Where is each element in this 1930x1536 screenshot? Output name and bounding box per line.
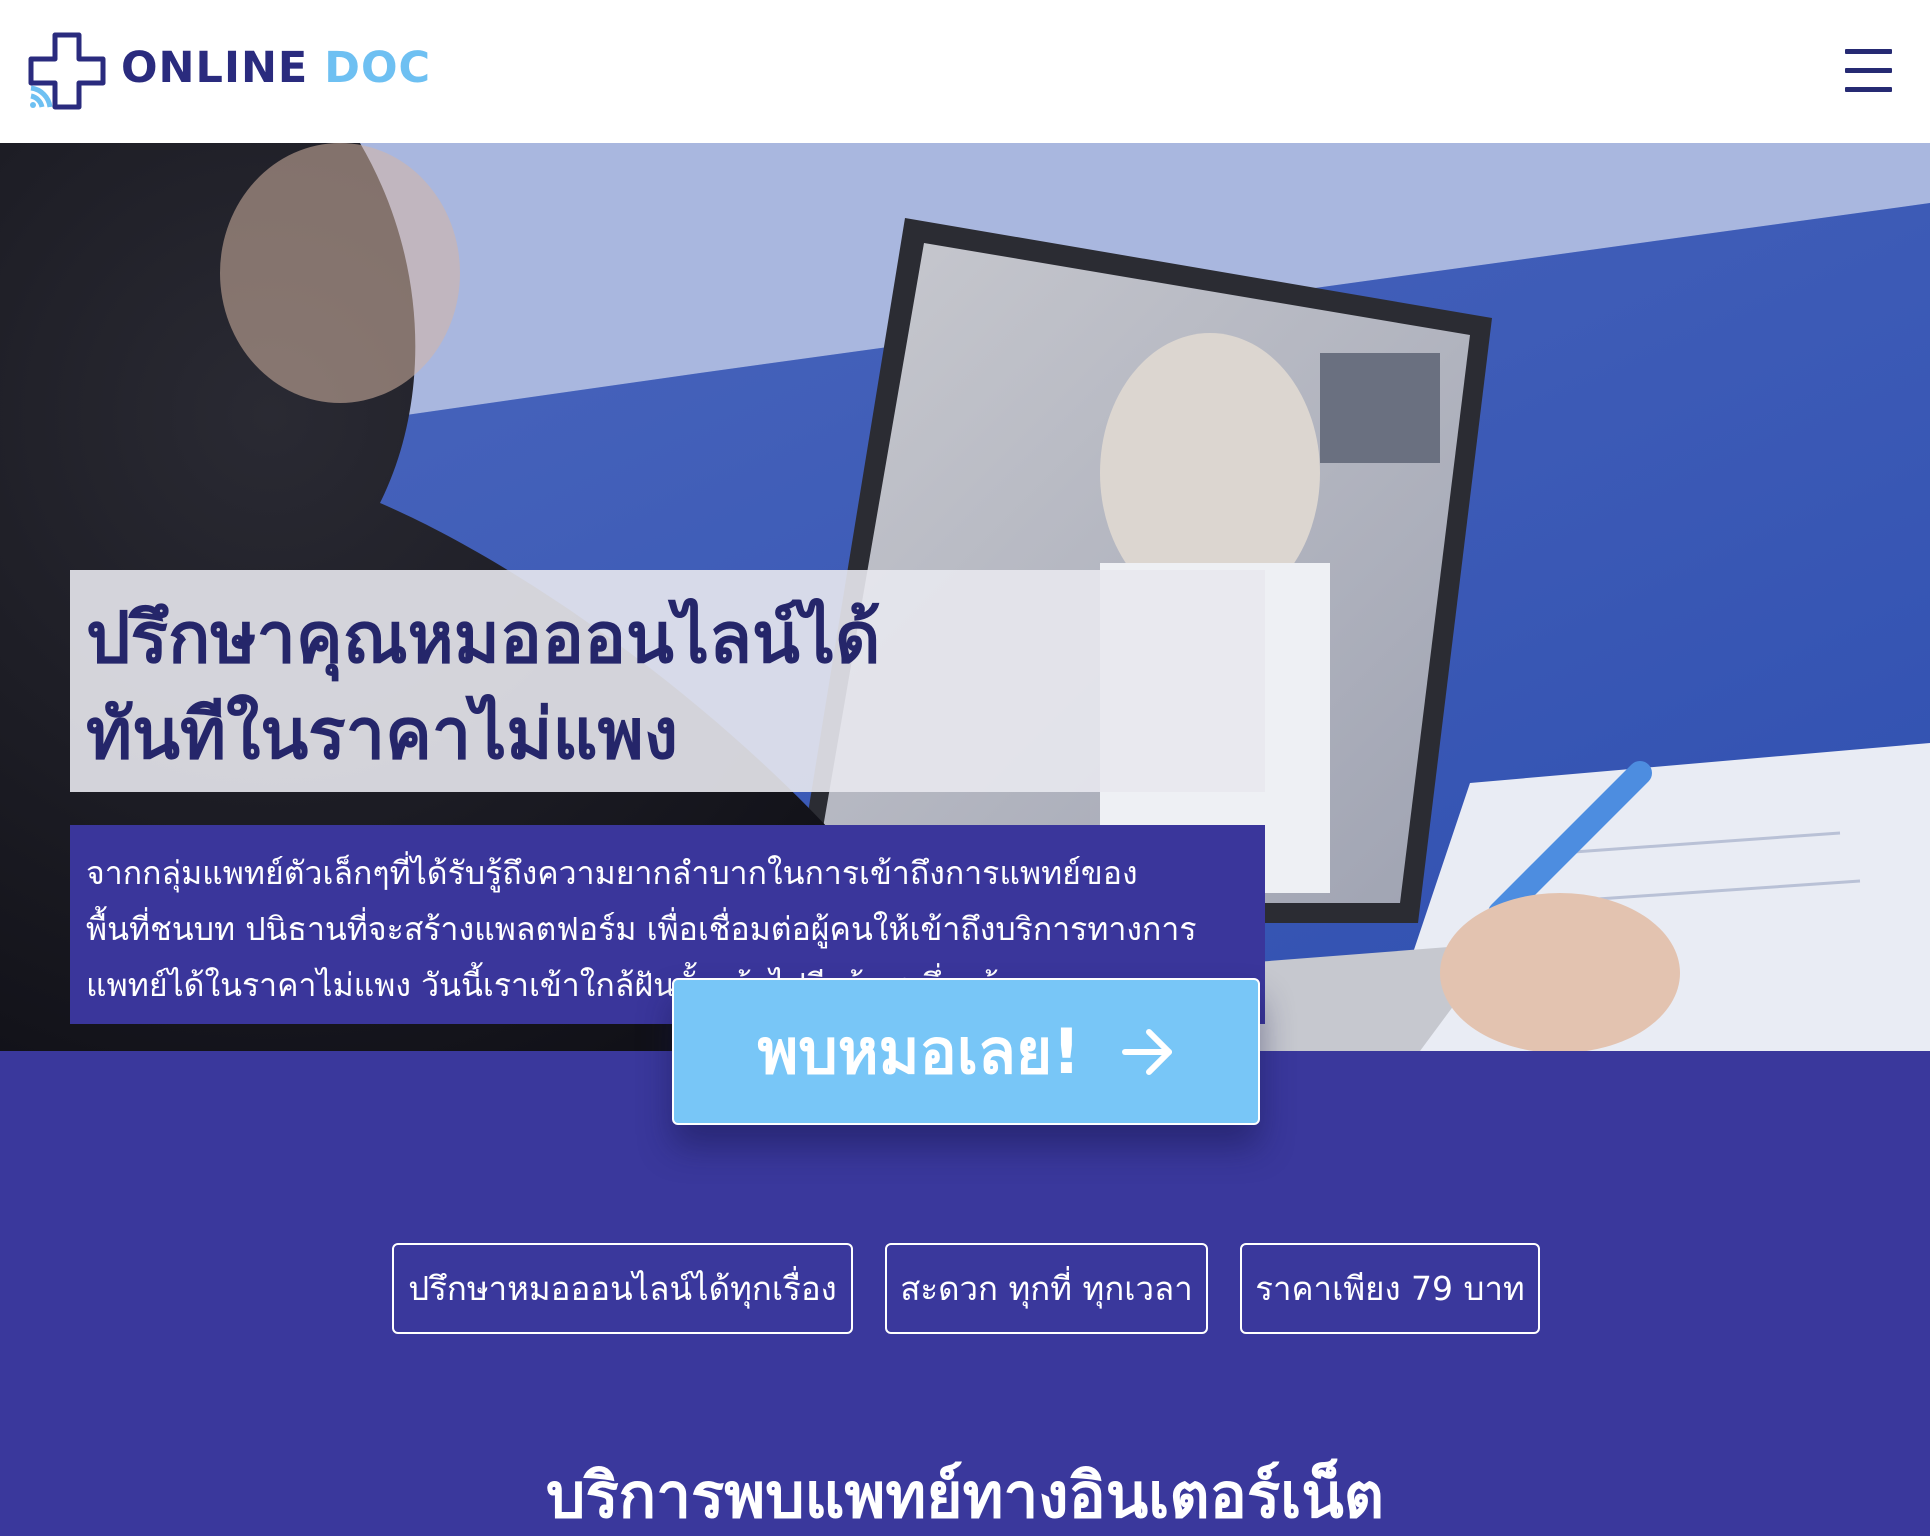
feature-consult-anything: ปรึกษาหมอออนไลน์ได้ทุกเรื่อง [392,1243,853,1334]
feature-price: ราคาเพียง 79 บาท [1240,1243,1540,1334]
section-title: บริการพบแพทย์ทางอินเตอร์เน็ต [546,1459,1384,1532]
hero-headline-line-2: ทันทีในราคาไม่แพง [86,693,678,775]
headline-box: ปรึกษาคุณหมอออนไลน์ได้ ทันทีในราคาไม่แพง [70,570,1265,792]
see-doctor-button[interactable]: พบหมอเลย! [672,978,1260,1125]
feature-label: ปรึกษาหมอออนไลน์ได้ทุกเรื่อง [408,1269,837,1308]
logo-text: ONLINE DOC [121,46,431,90]
arrow-right-icon [1121,1028,1172,1075]
logo-doc-text: DOC [324,42,432,93]
logo[interactable]: ONLINE DOC [28,32,431,110]
hero-description-line-1: จากกลุ่มแพทย์ตัวเล็กๆที่ได้รับรู้ถึงความ… [86,854,1138,892]
feature-label: สะดวก ทุกที่ ทุกเวลา [900,1269,1193,1308]
site-header: ONLINE DOC [0,0,1930,143]
logo-online-text: ONLINE [121,42,309,93]
feature-convenient-anytime: สะดวก ทุกที่ ทุกเวลา [885,1243,1208,1334]
hero-description-line-2: พื้นที่ชนบท ปนิธานที่จะสร้างแพลตฟอร์ม เพ… [86,910,1197,948]
medical-cross-logo-icon [28,32,106,110]
see-doctor-button-label: พบหมอเลย! [757,1014,1081,1088]
hero-section: ปรึกษาคุณหมอออนไลน์ได้ ทันทีในราคาไม่แพง… [0,143,1930,1051]
feature-label: ราคาเพียง 79 บาท [1255,1269,1525,1308]
hero-headline-line-1: ปรึกษาคุณหมอออนไลน์ได้ [86,597,881,679]
hero-headline: ปรึกษาคุณหมอออนไลน์ได้ ทันทีในราคาไม่แพง [86,590,1265,782]
hamburger-menu-icon[interactable] [1845,49,1892,93]
